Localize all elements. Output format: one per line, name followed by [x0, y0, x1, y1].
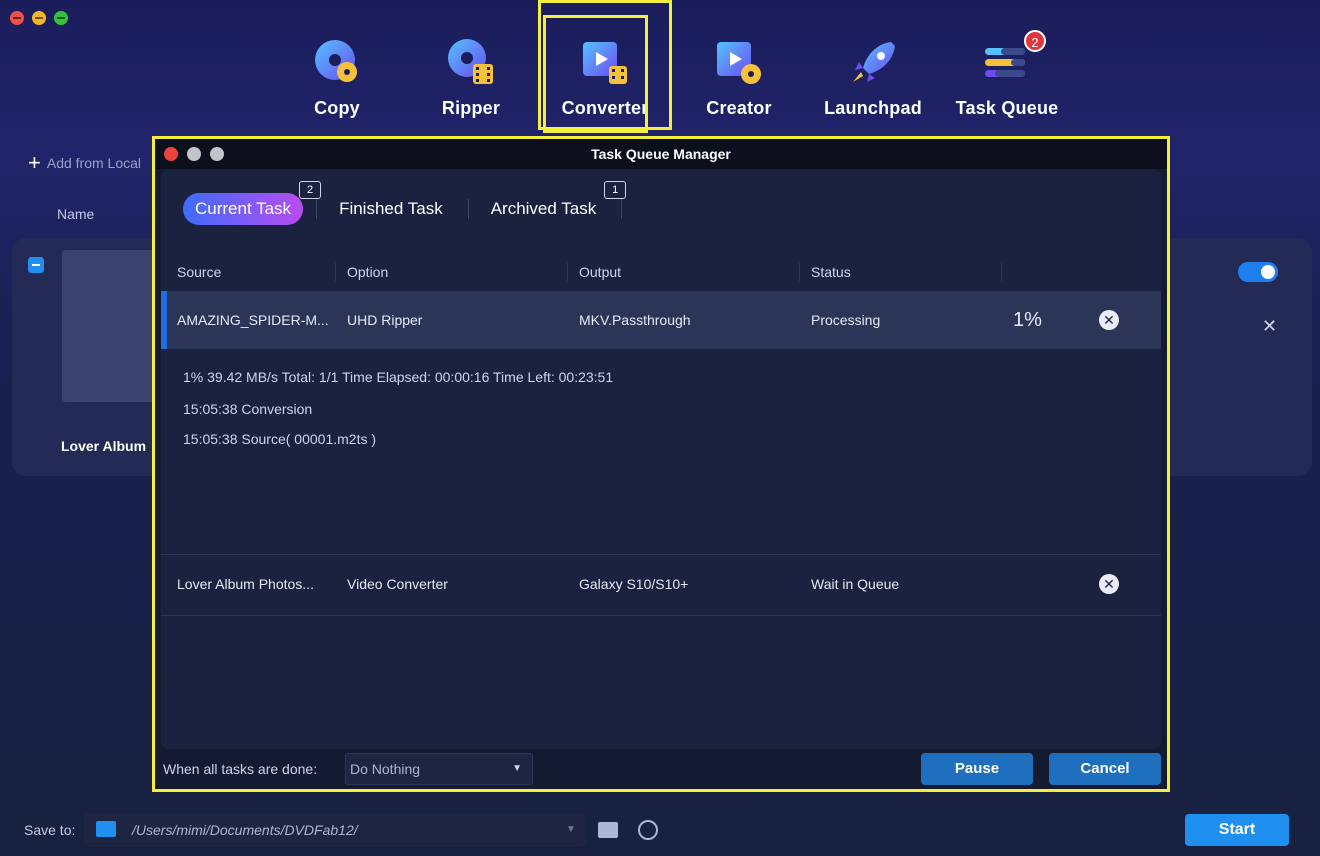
task-log-line: 15:05:38 Conversion [183, 401, 313, 417]
remove-task-icon[interactable]: ✕ [1099, 310, 1119, 330]
name-column-header: Name [57, 206, 95, 222]
close-window-button[interactable] [10, 11, 24, 25]
toolbar-copy-label: Copy [314, 98, 360, 118]
task-tabs: Current Task 2 Finished Task Archived Ta… [183, 181, 632, 225]
task-queue-manager-dialog: Task Queue Manager Current Task 2 Finish… [155, 139, 1167, 789]
source-thumbnail [62, 250, 158, 402]
maximize-window-button[interactable] [54, 11, 68, 25]
remove-task-icon[interactable]: ✕ [1099, 574, 1119, 594]
dialog-footer: When all tasks are done: Do Nothing ▼ Pa… [155, 749, 1167, 789]
converter-film-icon [579, 36, 631, 88]
source-thumbnail-label: Lover Album [61, 438, 147, 454]
rocket-icon [847, 36, 899, 88]
tab-finished-task-label: Finished Task [339, 199, 443, 218]
after-done-select[interactable]: Do Nothing ▼ [345, 753, 533, 785]
toolbar-copy[interactable]: Copy [270, 0, 404, 130]
globe-icon[interactable] [638, 820, 658, 840]
after-done-label: When all tasks are done: [163, 761, 318, 777]
column-output: Output [579, 264, 622, 280]
tab-archived-task-badge: 1 [604, 181, 627, 199]
column-option: Option [347, 264, 389, 280]
task-progress: 1% [1013, 309, 1042, 331]
task-queue-badge: 2 [1024, 30, 1046, 52]
dialog-maximize-button[interactable] [210, 147, 224, 161]
collapse-button[interactable] [28, 257, 44, 273]
column-divider [335, 263, 336, 281]
dialog-minimize-button[interactable] [187, 147, 201, 161]
task-queue-manager-frame: Task Queue Manager Current Task 2 Finish… [152, 136, 1170, 792]
toolbar-converter-label: Converter [561, 98, 649, 118]
tab-current-task[interactable]: Current Task 2 [183, 181, 322, 225]
save-to-label: Save to: [24, 822, 76, 838]
tab-divider [316, 199, 318, 219]
toolbar-creator[interactable]: Creator [672, 0, 806, 130]
copy-disc-icon [311, 36, 363, 88]
task-output: Galaxy S10/S10+ [579, 576, 689, 592]
folder-icon [96, 821, 116, 837]
task-log-line: 15:05:38 Source( 00001.m2ts ) [183, 431, 377, 447]
column-status: Status [811, 264, 851, 280]
chevron-down-icon[interactable]: ▼ [566, 824, 576, 835]
toolbar-launchpad[interactable]: Launchpad [806, 0, 940, 130]
toolbar-launchpad-label: Launchpad [824, 98, 922, 118]
task-output: MKV.Passthrough [579, 312, 691, 328]
chevron-down-icon: ▼ [512, 763, 522, 774]
dialog-body: Current Task 2 Finished Task Archived Ta… [161, 169, 1161, 749]
task-source: Lover Album Photos... [177, 576, 314, 592]
task-source: AMAZING_SPIDER-M... [177, 312, 329, 328]
source-toggle[interactable] [1238, 262, 1278, 282]
column-source: Source [177, 264, 222, 280]
task-option: Video Converter [347, 576, 448, 592]
task-progress-summary: 1% 39.42 MB/s Total: 1/1 Time Elapsed: 0… [183, 369, 614, 385]
task-option: UHD Ripper [347, 312, 423, 328]
task-detail-panel: 1% 39.42 MB/s Total: 1/1 Time Elapsed: 0… [161, 349, 1161, 555]
open-folder-icon[interactable] [598, 822, 618, 838]
save-path-value: /Users/mimi/Documents/DVDFab12/ [132, 822, 358, 838]
tab-divider [621, 199, 623, 219]
dialog-window-controls [164, 147, 224, 161]
task-status: Processing [811, 312, 881, 328]
tab-current-task-label: Current Task [195, 199, 292, 218]
tab-archived-task-label: Archived Task [490, 199, 597, 218]
row-divider [161, 615, 1161, 616]
tab-finished-task[interactable]: Finished Task [327, 193, 469, 225]
add-from-local-button[interactable]: + Add from Local [28, 150, 142, 175]
after-done-select-value: Do Nothing [350, 761, 421, 777]
window-controls [10, 11, 68, 25]
toolbar-creator-label: Creator [706, 98, 772, 118]
task-status: Wait in Queue [811, 576, 900, 592]
dialog-close-button[interactable] [164, 147, 178, 161]
tab-divider [467, 199, 469, 219]
tab-archived-task[interactable]: Archived Task 1 [479, 181, 627, 225]
close-icon[interactable]: ✕ [1262, 316, 1277, 337]
column-divider [799, 263, 800, 281]
add-from-local-label: Add from Local [46, 155, 142, 171]
cancel-button[interactable]: Cancel [1049, 753, 1161, 785]
toolbar-ripper[interactable]: Ripper [404, 0, 538, 130]
column-divider [567, 263, 568, 281]
app-window: Copy Ripper Converter Creator Launchpad … [0, 0, 1320, 856]
task-row[interactable]: Lover Album Photos... Video Converter Ga… [161, 555, 1161, 613]
task-table-header: Source Option Output Status [161, 257, 1161, 287]
creator-film-icon [713, 36, 765, 88]
toolbar-task-queue-label: Task Queue [955, 98, 1059, 118]
tab-current-task-badge: 2 [299, 181, 322, 199]
minimize-window-button[interactable] [32, 11, 46, 25]
plus-icon: + [28, 150, 41, 175]
dialog-title: Task Queue Manager [155, 139, 1167, 169]
ripper-disc-icon [445, 36, 497, 88]
column-divider [1001, 263, 1002, 281]
toolbar-task-queue[interactable]: 2 Task Queue [940, 0, 1074, 130]
start-button[interactable]: Start [1185, 814, 1289, 846]
toolbar-converter[interactable]: Converter [538, 0, 672, 133]
main-toolbar: Copy Ripper Converter Creator Launchpad … [270, 0, 1074, 133]
toolbar-ripper-label: Ripper [441, 98, 501, 118]
task-row[interactable]: AMAZING_SPIDER-M... UHD Ripper MKV.Passt… [161, 291, 1161, 349]
pause-button[interactable]: Pause [921, 753, 1033, 785]
